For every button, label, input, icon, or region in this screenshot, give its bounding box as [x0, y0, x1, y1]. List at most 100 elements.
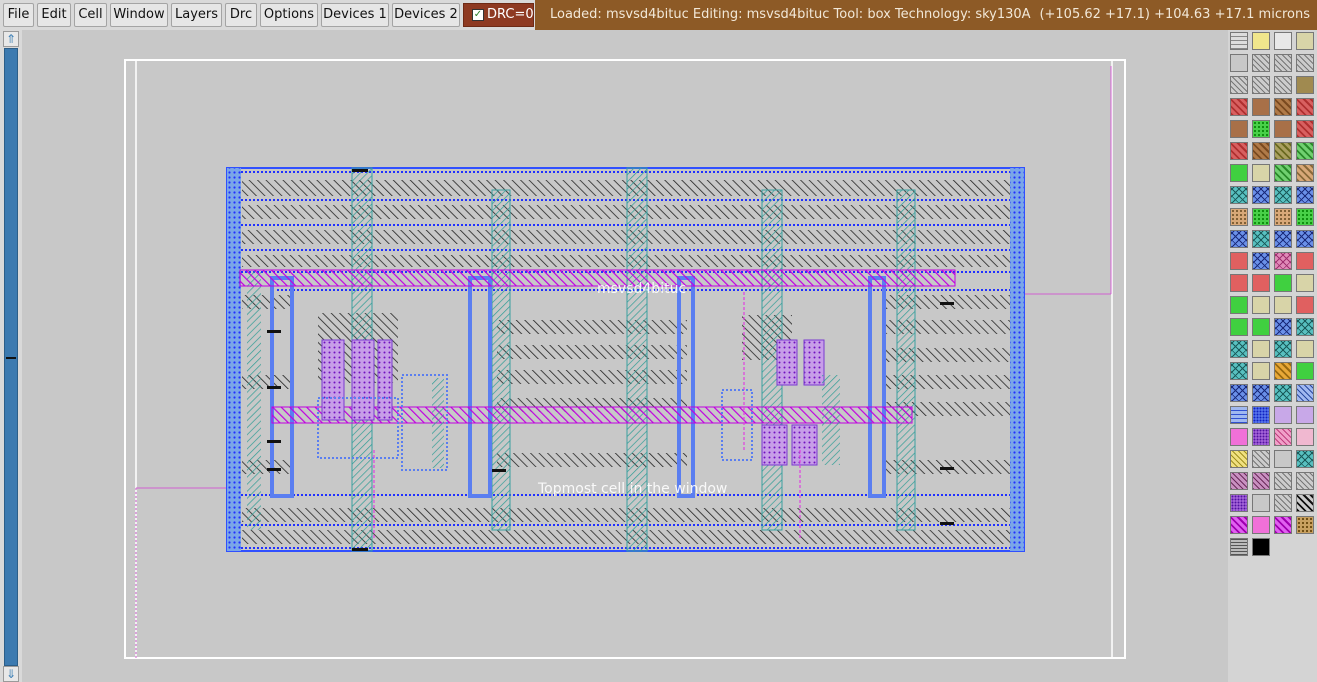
layer-swatch-tan[interactable]	[1296, 274, 1314, 292]
layer-swatch-orange-hatch[interactable]	[1274, 362, 1292, 380]
layer-swatch-blue-hatch[interactable]	[1296, 384, 1314, 402]
layer-swatch-olive[interactable]	[1296, 76, 1314, 94]
layer-swatch-magenta-hatch[interactable]	[1274, 516, 1292, 534]
menu-file[interactable]: File	[3, 3, 34, 27]
layer-swatch-lilac[interactable]	[1296, 406, 1314, 424]
layer-swatch-magenta[interactable]	[1252, 516, 1270, 534]
layer-swatch-gold-dots[interactable]	[1296, 516, 1314, 534]
layer-swatch-gray[interactable]	[1230, 54, 1248, 72]
layer-swatch-red-hatch[interactable]	[1230, 142, 1248, 160]
layer-swatch-blue-x[interactable]	[1274, 318, 1292, 336]
layer-swatch-gray[interactable]	[1274, 450, 1292, 468]
layer-swatch-red[interactable]	[1296, 252, 1314, 270]
layer-swatch-red-hatch[interactable]	[1296, 98, 1314, 116]
layer-swatch-gray-hatch[interactable]	[1252, 76, 1270, 94]
layout-canvas[interactable]: msvsd4bituc Topmost cell in the window	[22, 30, 1228, 682]
layer-swatch-blue-dots[interactable]	[1252, 406, 1270, 424]
layer-swatch-pink-hatch[interactable]	[1274, 428, 1292, 446]
layer-swatch-green[interactable]	[1252, 318, 1270, 336]
menu-layers[interactable]: Layers	[171, 3, 222, 27]
layer-swatch-gray-hatch[interactable]	[1252, 54, 1270, 72]
layer-swatch-teal-x[interactable]	[1274, 384, 1292, 402]
layer-swatch-blue-x[interactable]	[1274, 230, 1292, 248]
layer-swatch-teal-x[interactable]	[1296, 318, 1314, 336]
scroll-track[interactable]	[4, 48, 18, 666]
layer-swatch-tan[interactable]	[1296, 340, 1314, 358]
drc-toggle[interactable]: ✓ DRC=0	[463, 3, 534, 27]
checkbox-icon[interactable]: ✓	[472, 9, 484, 21]
layer-swatch-teal-x[interactable]	[1252, 230, 1270, 248]
vertical-scrollbar[interactable]: ⇑ ⇓	[0, 30, 22, 682]
layer-swatch-gray-hatch[interactable]	[1296, 54, 1314, 72]
menu-edit[interactable]: Edit	[37, 3, 71, 27]
menu-window[interactable]: Window	[110, 3, 168, 27]
menu-devices-1[interactable]: Devices 1	[321, 3, 389, 27]
layer-swatch-red[interactable]	[1230, 274, 1248, 292]
menu-cell[interactable]: Cell	[74, 3, 107, 27]
layer-swatch-gray-hatch[interactable]	[1274, 54, 1292, 72]
layer-swatch-black-hatch[interactable]	[1296, 494, 1314, 512]
layer-swatch-gray-hatch[interactable]	[1274, 494, 1292, 512]
layer-swatch-yellow[interactable]	[1252, 32, 1270, 50]
layer-swatch-black-outline[interactable]	[1274, 32, 1292, 50]
layer-swatch-teal-x[interactable]	[1230, 340, 1248, 358]
layer-swatch-brown-hatch[interactable]	[1274, 98, 1292, 116]
layer-swatch-plum-hatch[interactable]	[1252, 472, 1270, 490]
layer-swatch-blue-x[interactable]	[1230, 230, 1248, 248]
layer-swatch-gray-hatch[interactable]	[1274, 472, 1292, 490]
layer-swatch-teal-x[interactable]	[1230, 186, 1248, 204]
layer-swatch-red-hatch[interactable]	[1230, 98, 1248, 116]
scroll-up-icon[interactable]: ⇑	[3, 31, 19, 47]
layer-swatch-green[interactable]	[1274, 274, 1292, 292]
layer-swatch-brown[interactable]	[1274, 120, 1292, 138]
layer-swatch-gray-wave[interactable]	[1230, 538, 1248, 556]
layer-swatch-green[interactable]	[1230, 164, 1248, 182]
layer-swatch-red[interactable]	[1296, 296, 1314, 314]
menu-devices-2[interactable]: Devices 2	[392, 3, 460, 27]
layer-swatch-magenta[interactable]	[1230, 428, 1248, 446]
layer-swatch-green-dots[interactable]	[1252, 208, 1270, 226]
layer-swatch-green[interactable]	[1230, 296, 1248, 314]
layer-swatch-gray-hatch[interactable]	[1296, 472, 1314, 490]
layer-swatch-grid[interactable]	[1230, 32, 1248, 50]
layer-swatch-green[interactable]	[1230, 318, 1248, 336]
layer-swatch-blue-x[interactable]	[1252, 186, 1270, 204]
layer-swatch-gray-hatch[interactable]	[1252, 450, 1270, 468]
menu-options[interactable]: Options	[260, 3, 318, 27]
layer-swatch-lilac[interactable]	[1274, 406, 1292, 424]
layer-swatch-blue-x[interactable]	[1230, 384, 1248, 402]
layer-swatch-teal-x[interactable]	[1274, 340, 1292, 358]
layer-swatch-yellow-hatch[interactable]	[1230, 450, 1248, 468]
layer-swatch-gray[interactable]	[1252, 494, 1270, 512]
layer-swatch-green[interactable]	[1296, 362, 1314, 380]
layer-swatch-tan-dots[interactable]	[1230, 208, 1248, 226]
layer-swatch-olive-hatch[interactable]	[1274, 142, 1292, 160]
layer-swatch-purple-dots[interactable]	[1230, 494, 1248, 512]
layer-swatch-tan[interactable]	[1252, 164, 1270, 182]
layer-swatch-brown[interactable]	[1252, 98, 1270, 116]
layer-swatch-brown-hatch[interactable]	[1252, 142, 1270, 160]
layer-swatch-red-hatch[interactable]	[1296, 120, 1314, 138]
layer-swatch-blue-wave[interactable]	[1230, 406, 1248, 424]
layer-swatch-tan[interactable]	[1274, 296, 1292, 314]
layer-swatch-blue-x[interactable]	[1296, 186, 1314, 204]
layer-swatch-tan[interactable]	[1252, 362, 1270, 380]
layer-swatch-green-hatch[interactable]	[1274, 164, 1292, 182]
layer-swatch-magenta-hatch[interactable]	[1230, 516, 1248, 534]
layer-swatch-teal-x[interactable]	[1274, 186, 1292, 204]
layer-swatch-teal-x[interactable]	[1296, 450, 1314, 468]
layer-swatch-tan-hatch[interactable]	[1296, 164, 1314, 182]
layer-swatch-brown[interactable]	[1230, 120, 1248, 138]
layer-swatch-gray-hatch[interactable]	[1230, 76, 1248, 94]
layer-swatch-blue-x[interactable]	[1252, 384, 1270, 402]
layer-swatch-green-hatch[interactable]	[1296, 142, 1314, 160]
layer-swatch-gray-hatch[interactable]	[1274, 76, 1292, 94]
menu-drc[interactable]: Drc	[225, 3, 257, 27]
layer-swatch-red[interactable]	[1230, 252, 1248, 270]
layer-swatch-tan[interactable]	[1296, 32, 1314, 50]
layer-swatch-tan[interactable]	[1252, 296, 1270, 314]
layer-swatch-blue-x[interactable]	[1252, 252, 1270, 270]
layer-swatch-blue-x[interactable]	[1296, 230, 1314, 248]
layer-swatch-green-dots[interactable]	[1252, 120, 1270, 138]
layer-swatch-black[interactable]	[1252, 538, 1270, 556]
